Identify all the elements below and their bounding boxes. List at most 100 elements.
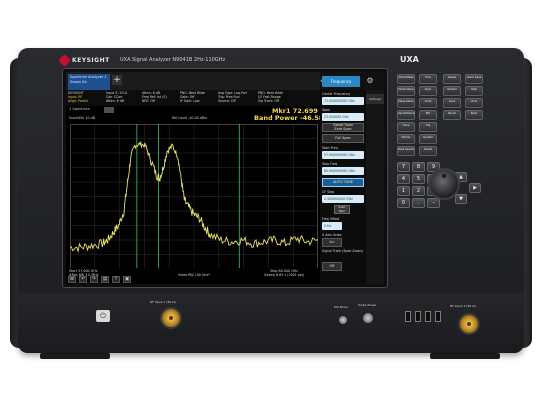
- key-label: Recall: [448, 112, 456, 115]
- add-tab-button[interactable]: +: [112, 75, 122, 85]
- key-label: Span: [424, 88, 432, 91]
- plot-grid: [70, 124, 318, 269]
- key-label: Freq: [425, 76, 431, 79]
- foot-right: [430, 353, 500, 359]
- window-title: 1 Spectrum: [69, 107, 90, 111]
- key-ampt[interactable]: Ampt: [419, 98, 437, 108]
- measurement-settings-bar[interactable]: KEYSIGHT Input: RF Align: Partial Input …: [66, 90, 320, 106]
- series-label: UXA: [400, 55, 419, 64]
- ext-mixer-label: Ext Mixer: [334, 305, 348, 309]
- gear-icon[interactable]: ⚙: [365, 76, 375, 86]
- signal-track-button[interactable]: Off: [322, 262, 342, 271]
- zero-span-label: Zero Span: [334, 126, 352, 131]
- usb-port-2[interactable]: [415, 311, 421, 322]
- usb-port-3[interactable]: [425, 311, 431, 322]
- key-trace[interactable]: Trace: [397, 122, 415, 132]
- key-system[interactable]: System: [419, 134, 437, 144]
- frequency-menu-button[interactable]: Frequency: [322, 76, 360, 87]
- brand-name: KEYSIGHT: [72, 57, 110, 64]
- key-freq[interactable]: Freq: [419, 74, 437, 84]
- arrow-down-key[interactable]: ▼: [455, 194, 467, 204]
- power-button[interactable]: ⏻: [96, 310, 110, 322]
- key-label: System: [423, 136, 433, 139]
- key-trig[interactable]: Trig: [419, 122, 437, 132]
- tab-spectrum-analyzer[interactable]: Spectrum Analyzer 1 Swept SA: [68, 74, 110, 90]
- numpad-key-0[interactable]: 7: [397, 162, 410, 172]
- video-bw-status: Video BW 100 kHz*: [178, 273, 210, 277]
- stop-freq-field[interactable]: 80.000000000 GHz: [322, 167, 364, 175]
- key-span[interactable]: Span: [419, 86, 437, 96]
- key-save[interactable]: Save: [443, 98, 461, 108]
- key-undo[interactable]: Undo: [465, 98, 483, 108]
- usb-port-1[interactable]: [405, 311, 411, 322]
- key-label: Restart: [447, 88, 457, 91]
- settings-strip-button[interactable]: Settings: [366, 94, 384, 104]
- undo-icon[interactable]: ↶: [79, 276, 87, 283]
- ref-level-label: Ref Level -40.00 dBm: [172, 116, 208, 120]
- key-quick-save[interactable]: Quick Save: [465, 74, 483, 84]
- x-axis-scale-button[interactable]: Lin: [322, 238, 342, 247]
- key-meas-setup[interactable]: Meas Setup: [397, 98, 415, 108]
- key-preset[interactable]: Preset: [419, 146, 437, 156]
- arrow-right-key[interactable]: ▶: [469, 183, 481, 193]
- ext-mixer-port[interactable]: [338, 315, 348, 325]
- connector-pin: [169, 316, 173, 320]
- freq-offset-label: Freq Offset: [322, 217, 340, 221]
- auto-tune-button[interactable]: AUTO TUNE: [322, 178, 364, 187]
- screenshot-icon[interactable]: ▣: [123, 276, 131, 283]
- numpad-key-7[interactable]: 2: [412, 186, 425, 196]
- frequency-side-panel: Center Frequency 71.000000000 GHz Span 2…: [320, 90, 384, 284]
- numpad-key-3[interactable]: 4: [397, 174, 410, 184]
- meas-text: NFE: Off: [142, 99, 156, 104]
- span-field[interactable]: 23.000000 GHz: [322, 113, 364, 121]
- side-strip: Settings: [366, 90, 384, 284]
- numpad-key-9[interactable]: 0: [397, 198, 410, 208]
- numpad-key-11[interactable]: -: [427, 198, 440, 208]
- meas-text: Atten: 6 dB: [106, 99, 124, 104]
- key-sweep[interactable]: Sweep: [443, 74, 461, 84]
- model-suffix: N9041B 2Hz-110GHz: [172, 57, 226, 63]
- numpad-key-4[interactable]: 5: [412, 174, 425, 184]
- key-mode-meas[interactable]: Mode/Meas: [397, 74, 415, 84]
- help-icon[interactable]: ?: [112, 276, 120, 283]
- rotary-knob[interactable]: [428, 168, 460, 200]
- key-label: Peak Search: [398, 148, 414, 151]
- redo-icon[interactable]: ↷: [90, 276, 98, 283]
- key-label: BW: [425, 112, 431, 115]
- key-input-output[interactable]: Input/Output: [397, 110, 415, 120]
- key-label: Trig: [425, 124, 431, 127]
- meas-text: Source: Off: [218, 99, 236, 104]
- cf-step-field[interactable]: 2.300000000 GHz: [322, 195, 364, 203]
- spectrum-plot[interactable]: [70, 124, 318, 269]
- key-label: Help: [471, 88, 477, 91]
- full-span-button[interactable]: Full Span: [322, 134, 364, 143]
- window-tab[interactable]: [104, 107, 114, 113]
- key-help[interactable]: Help: [465, 86, 483, 96]
- key-marker[interactable]: Marker: [397, 134, 415, 144]
- key-label: Ampt: [424, 100, 432, 103]
- numpad-key-6[interactable]: 1: [397, 186, 410, 196]
- center-freq-field[interactable]: 71.000000000 GHz: [322, 97, 364, 105]
- numpad-key-10[interactable]: .: [412, 198, 425, 208]
- key-redo[interactable]: Redo: [465, 110, 483, 120]
- key-bw[interactable]: BW: [419, 110, 437, 120]
- x-axis-scale-label: X Axis Scale: [322, 233, 342, 237]
- key-peak-search[interactable]: Peak Search: [397, 146, 415, 156]
- windows-icon[interactable]: ⊞: [68, 276, 76, 283]
- probe-power-port[interactable]: [362, 312, 374, 324]
- key-restart[interactable]: Restart: [443, 86, 461, 96]
- numpad-key-1[interactable]: 8: [412, 162, 425, 172]
- freq-offset-field[interactable]: 0 Hz: [322, 222, 342, 230]
- start-freq-field[interactable]: 57.000000000 GHz: [322, 151, 364, 159]
- cf-step-auto-toggle[interactable]: Auto Man: [334, 205, 350, 214]
- file-icon[interactable]: ▤: [101, 276, 109, 283]
- rf-input-connector[interactable]: [160, 307, 182, 329]
- sidebar-header: ‹ Frequency ⚙: [320, 72, 384, 90]
- rf-output-connector[interactable]: [458, 313, 480, 335]
- key-recall[interactable]: Recall: [443, 110, 461, 120]
- key-mode-setup[interactable]: Mode Setup: [397, 86, 415, 96]
- swept-span-button[interactable]: Swept Span Zero Span: [322, 123, 364, 132]
- lower-front-panel: [18, 293, 524, 353]
- brand-logo: KEYSIGHT: [58, 54, 110, 67]
- usb-port-4[interactable]: [435, 311, 441, 322]
